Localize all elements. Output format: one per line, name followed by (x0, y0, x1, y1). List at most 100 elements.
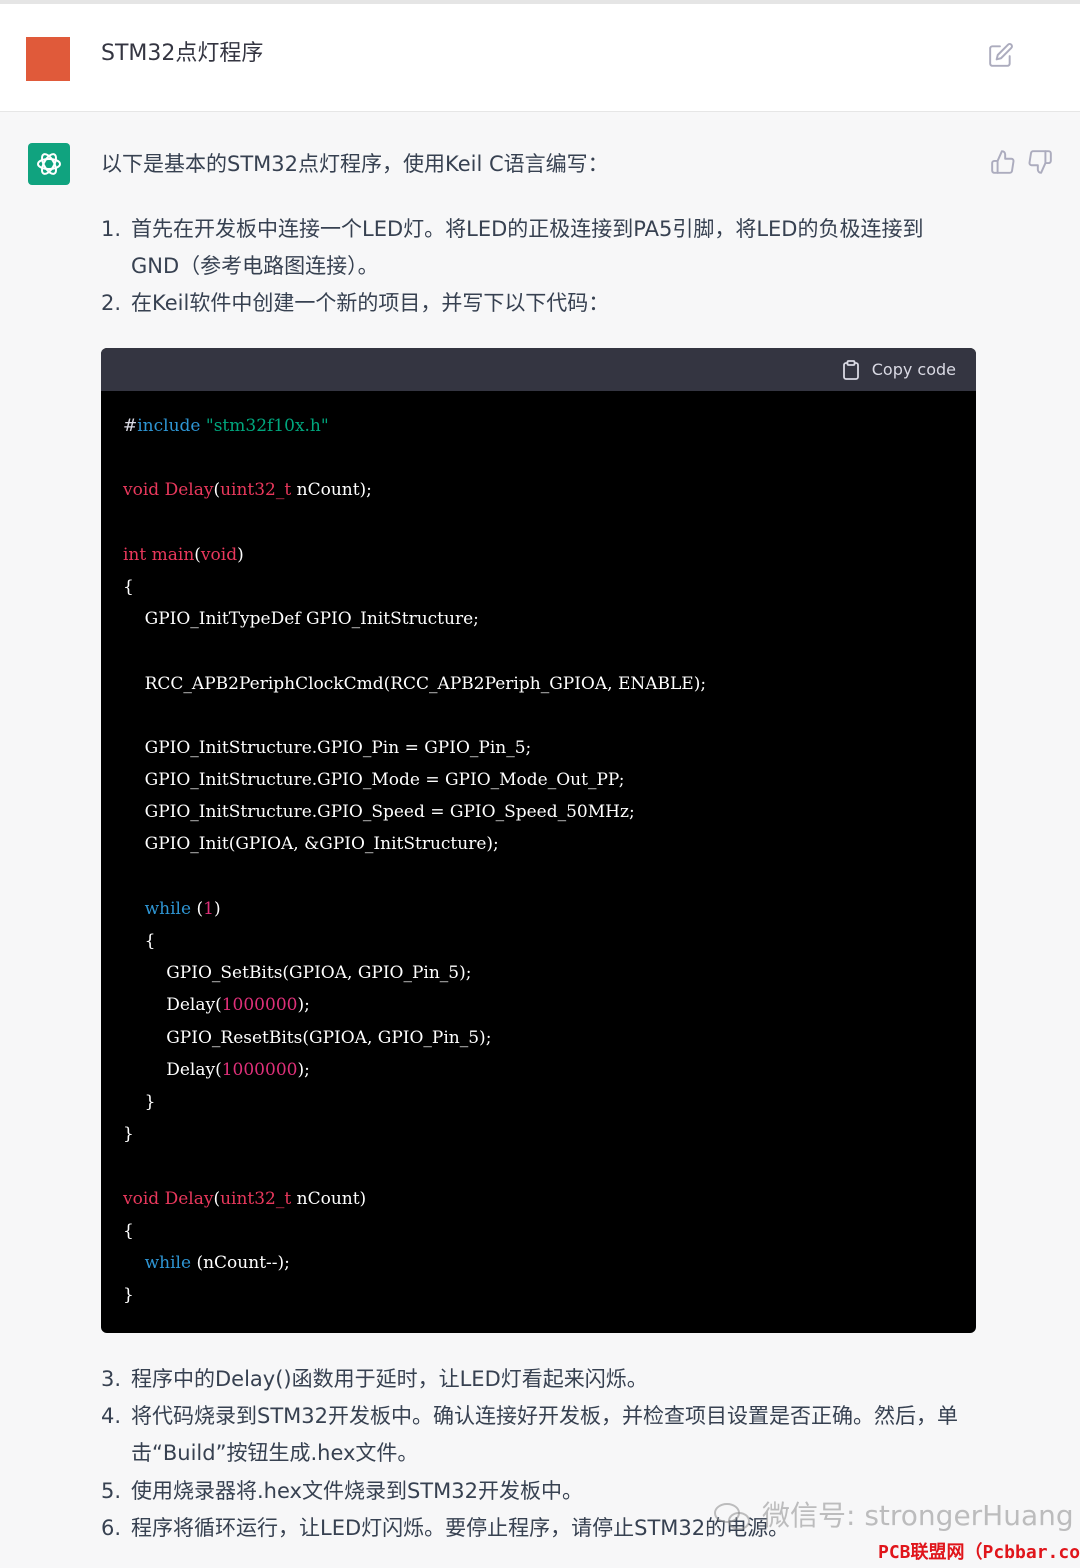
edit-icon[interactable] (988, 42, 1014, 68)
code-token: main (151, 544, 195, 565)
code-token: void (123, 1188, 165, 1209)
user-message-row: STM32点灯程序 (0, 4, 1080, 112)
list-text: 击“Build”按钮生成.hex文件。 (131, 1441, 419, 1465)
code-line: } (123, 1118, 963, 1150)
copy-code-button[interactable]: Copy code (842, 358, 956, 382)
code-token: ); (297, 1059, 310, 1080)
list-text: 将代码烧录到STM32开发板中。确认连接好开发板，并检查项目设置是否正确。然后，… (131, 1404, 958, 1428)
code-token: ); (297, 995, 310, 1016)
code-content: #include "stm32f10x.h" void Delay(uint32_… (123, 410, 963, 1311)
code-token: } (123, 1285, 134, 1306)
code-line: void Delay(uint32_t nCount); (123, 474, 963, 506)
code-token: ) (213, 898, 221, 919)
code-line: RCC_APB2PeriphClockCmd(RCC_APB2Periph_GP… (123, 668, 963, 700)
code-line: } (123, 1086, 963, 1118)
code-token: GPIO_InitStructure.GPIO_Mode = GPIO_Mode… (123, 770, 625, 791)
list-text: 在Keil软件中创建一个新的项目，并写下以下代码： (131, 291, 610, 315)
code-token: GPIO_ResetBits(GPIOA, GPIO_Pin_5); (123, 1027, 492, 1048)
list-number: 3. (101, 1367, 122, 1391)
code-token: Delay (164, 1188, 214, 1209)
code-token: nCount); (296, 480, 372, 501)
code-token: int (123, 544, 152, 565)
list-number: 4. (101, 1404, 122, 1428)
list-number: 6. (101, 1516, 122, 1540)
code-line: { (123, 571, 963, 603)
code-token: GPIO_SetBits(GPIOA, GPIO_Pin_5); (123, 963, 472, 984)
code-token: void (200, 544, 238, 565)
code-token: { (123, 931, 156, 951)
code-token: 1 (203, 898, 214, 919)
code-line: GPIO_SetBits(GPIOA, GPIO_Pin_5); (123, 957, 963, 989)
wechat-icon (712, 1500, 752, 1534)
thumbs-up-icon[interactable] (990, 149, 1016, 175)
code-block-header: Copy code (101, 348, 976, 391)
code-token: uint32_t (220, 480, 297, 501)
code-token: uint32_t (220, 1188, 297, 1209)
watermark-text: 微信号: strongerHuang (762, 1499, 1074, 1532)
code-token: nCount) (296, 1188, 367, 1209)
code-token: 1000000 (221, 995, 298, 1016)
code-line: Delay(1000000); (123, 989, 963, 1021)
code-line: while (1) (123, 893, 963, 925)
code-token: ) (237, 544, 244, 565)
code-line: Delay(1000000); (123, 1054, 963, 1086)
list-number: 5. (101, 1479, 122, 1503)
code-line: GPIO_ResetBits(GPIOA, GPIO_Pin_5); (123, 1022, 963, 1054)
code-line: GPIO_Init(GPIOA, &GPIO_InitStructure); (123, 828, 963, 860)
code-line: GPIO_InitStructure.GPIO_Speed = GPIO_Spe… (123, 796, 963, 828)
assistant-avatar (28, 143, 70, 185)
list-text: 首先在开发板中连接一个LED灯。将LED的正极连接到PA5引脚，将LED的负极连… (131, 217, 924, 241)
code-token: RCC_APB2PeriphClockCmd(RCC_APB2Periph_GP… (123, 673, 707, 694)
list-text: GND（参考电路图连接）。 (131, 254, 379, 278)
code-token: } (123, 1091, 156, 1112)
code-line: while (nCount--); (123, 1247, 963, 1279)
code-token: ( (194, 544, 201, 565)
list-text: 使用烧录器将.hex文件烧录到STM32开发板中。 (131, 1479, 583, 1503)
code-token: include (137, 416, 206, 436)
code-token: while (144, 1252, 197, 1273)
code-line: { (123, 925, 963, 957)
assistant-intro: 以下是基本的STM32点灯程序，使用Keil C语言编写： (101, 152, 609, 176)
list-text: 程序将循环运行，让LED灯闪烁。要停止程序，请停止STM32的电源。 (131, 1516, 790, 1540)
code-token: GPIO_InitStructure.GPIO_Pin = GPIO_Pin_5… (123, 737, 532, 758)
code-token: void (123, 480, 165, 501)
list-number: 2. (101, 291, 122, 315)
list-text: 程序中的Delay()函数用于延时，让LED灯看起来闪烁。 (131, 1367, 648, 1391)
code-token: { (123, 576, 134, 597)
code-token: GPIO_Init(GPIOA, &GPIO_InitStructure); (123, 834, 499, 855)
code-line: int main(void) (123, 539, 963, 571)
code-token: "stm32f10x.h" (205, 416, 329, 436)
code-token: # (123, 416, 138, 436)
list-number: 1. (101, 217, 122, 241)
openai-logo-icon (37, 153, 61, 175)
clipboard-icon (842, 360, 859, 380)
code-line: GPIO_InitTypeDef GPIO_InitStructure; (123, 603, 963, 635)
code-line: GPIO_InitStructure.GPIO_Mode = GPIO_Mode… (123, 764, 963, 796)
code-block: Copy code #include "stm32f10x.h" void Del… (101, 348, 976, 1333)
code-line: void Delay(uint32_t nCount) (123, 1183, 963, 1215)
code-token: GPIO_InitTypeDef GPIO_InitStructure; (123, 609, 479, 630)
site-tag: PCB联盟网（Pcbbar.com） (878, 1542, 1080, 1563)
code-line: } (123, 1279, 963, 1311)
code-token: Delay( (123, 995, 222, 1016)
user-avatar (26, 37, 70, 81)
code-line: GPIO_InitStructure.GPIO_Pin = GPIO_Pin_5… (123, 732, 963, 764)
code-token: (nCount--); (196, 1252, 290, 1273)
code-token: Delay( (123, 1059, 222, 1080)
code-token: } (123, 1124, 134, 1145)
code-token: while (144, 898, 197, 919)
code-line: #include "stm32f10x.h" (123, 410, 963, 442)
user-message-text: STM32点灯程序 (101, 41, 264, 66)
code-token: { (123, 1220, 134, 1241)
copy-code-label: Copy code (871, 360, 956, 379)
code-token: GPIO_InitStructure.GPIO_Speed = GPIO_Spe… (123, 802, 635, 823)
thumbs-down-icon[interactable] (1027, 149, 1053, 175)
